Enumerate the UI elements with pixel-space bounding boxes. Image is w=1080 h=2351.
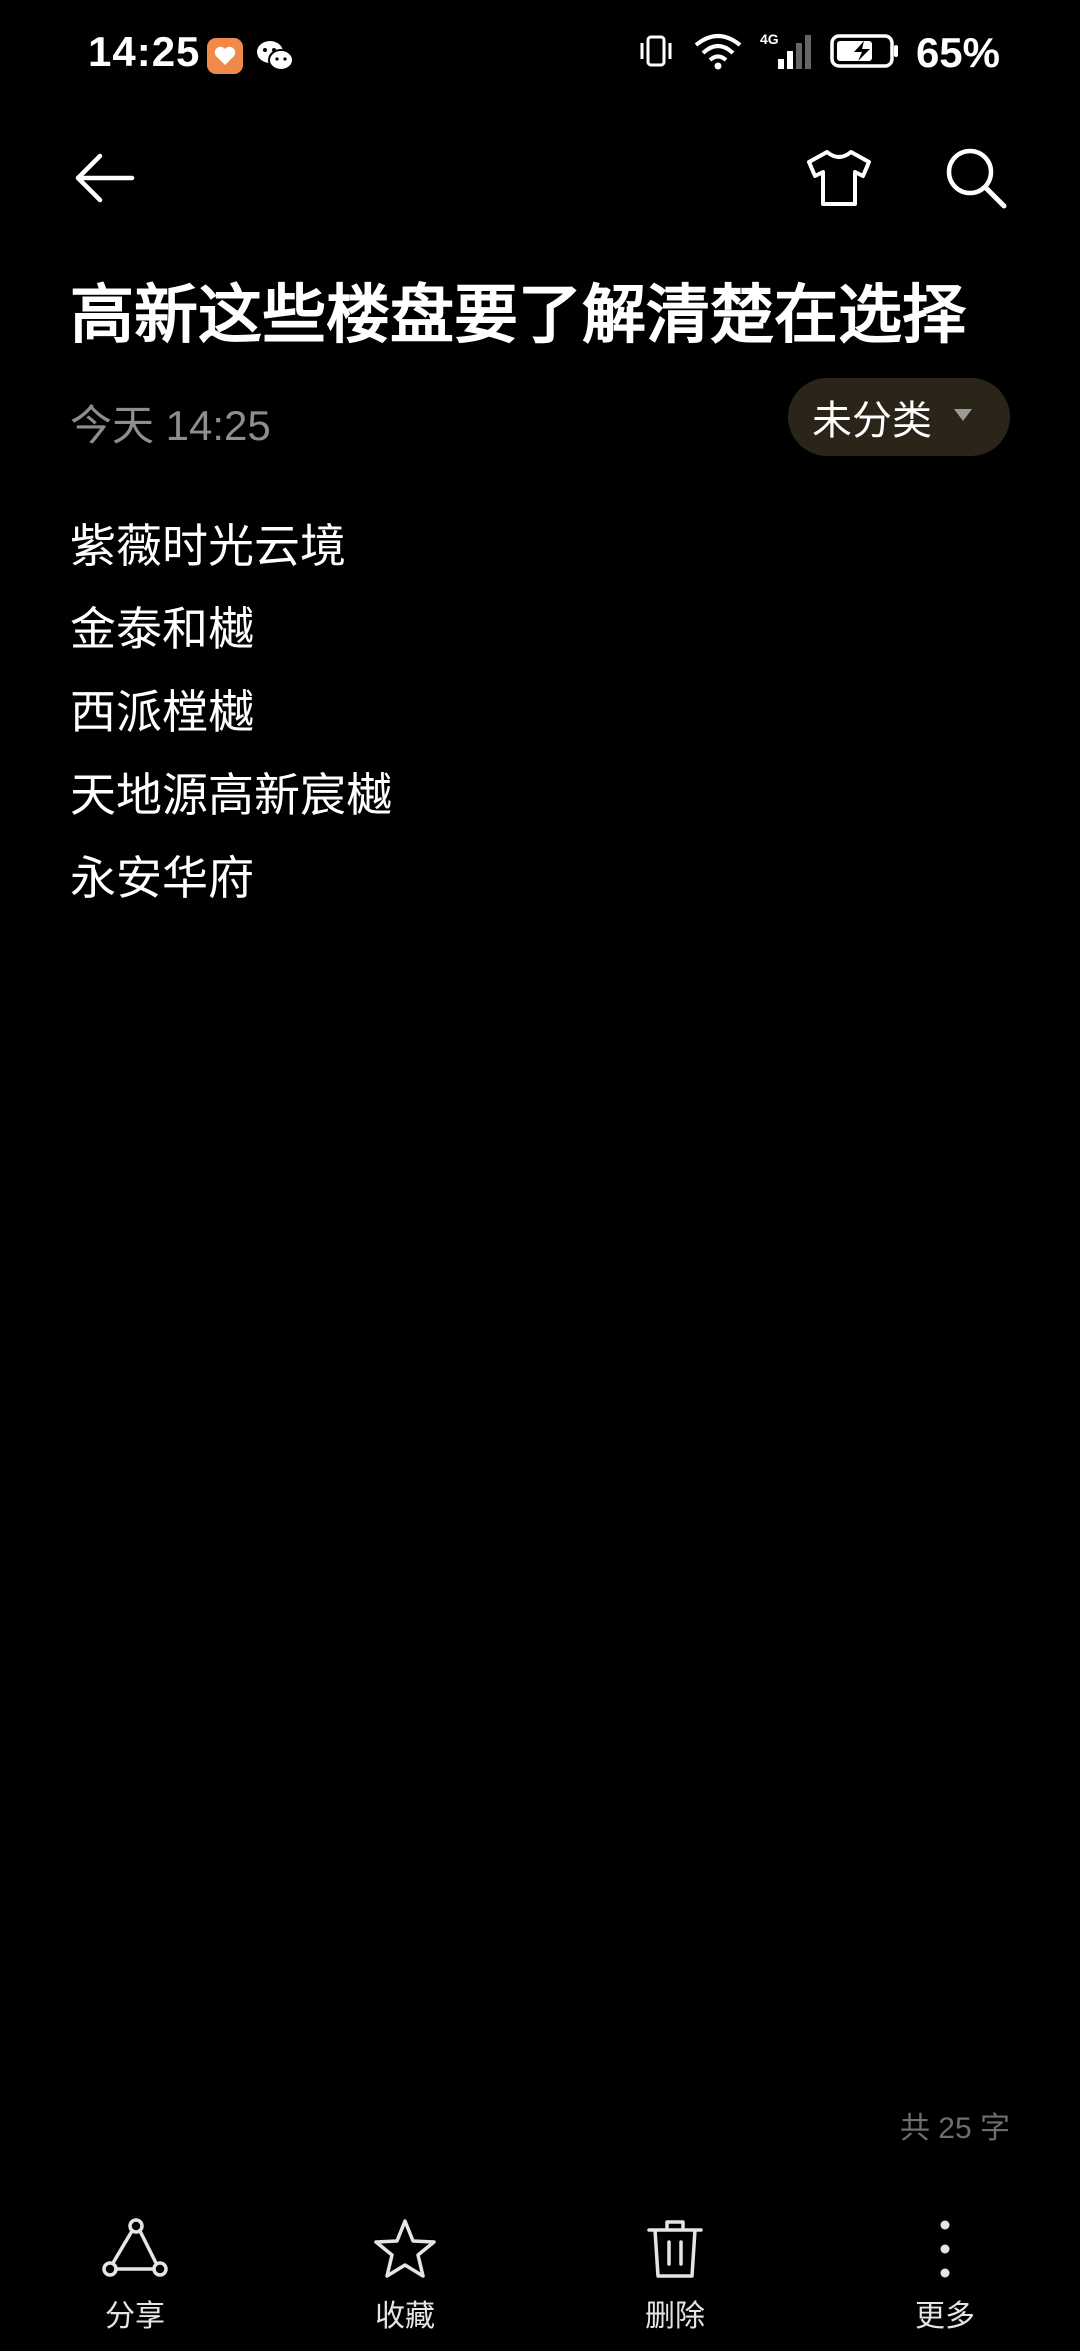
delete-label: 删除: [645, 2300, 705, 2333]
note-meta-row: 今天 14:25 未分类: [70, 378, 1010, 458]
more-button[interactable]: 更多: [875, 2215, 1015, 2335]
dropdown-triangle-icon: [952, 407, 974, 428]
note-line: 金泰和樾: [70, 603, 254, 655]
status-bar: 14:25 4G 65%: [0, 0, 1080, 110]
star-icon: [370, 2215, 440, 2283]
note-line: 天地源高新宸樾: [70, 769, 392, 821]
theme-button[interactable]: [799, 140, 879, 220]
tshirt-icon: [805, 146, 873, 215]
note-line: 永安华府: [70, 852, 254, 904]
category-label: 未分类: [812, 399, 932, 443]
delete-button[interactable]: 删除: [605, 2215, 745, 2335]
share-button[interactable]: 分享: [65, 2215, 205, 2335]
favorite-button[interactable]: 收藏: [335, 2215, 475, 2335]
toolbar: [0, 130, 1080, 230]
note-body[interactable]: 紫薇时光云境 金泰和樾 西派樘樾 天地源高新宸樾 永安华府: [70, 505, 1010, 920]
back-button[interactable]: [64, 140, 144, 220]
more-label: 更多: [915, 2300, 975, 2333]
wifi-icon: [692, 31, 744, 76]
network-type: 4G: [760, 31, 779, 47]
status-time: 14:25: [88, 28, 201, 75]
vibrate-icon: [636, 31, 676, 76]
trash-icon: [640, 2215, 710, 2283]
bottom-action-bar: 分享 收藏 删除 更多: [0, 2200, 1080, 2351]
favorite-label: 收藏: [375, 2300, 435, 2333]
share-icon: [100, 2215, 170, 2283]
share-label: 分享: [105, 2300, 165, 2333]
search-button[interactable]: [936, 140, 1016, 220]
search-icon: [942, 144, 1010, 217]
cellular-signal-icon: 4G: [760, 31, 814, 76]
back-arrow-icon: [72, 146, 136, 215]
note-title[interactable]: 高新这些楼盘要了解清楚在选择: [70, 270, 1030, 360]
note-date: 今天 14:25: [70, 402, 271, 449]
health-app-icon: [207, 38, 243, 74]
note-line: 西派樘樾: [70, 686, 254, 738]
more-vertical-icon: [910, 2215, 980, 2283]
battery-icon: [830, 31, 900, 76]
word-count: 共 25 字: [899, 2112, 1010, 2145]
wechat-icon: [255, 38, 295, 74]
category-selector[interactable]: 未分类: [788, 378, 1010, 456]
note-line: 紫薇时光云境: [70, 520, 346, 572]
status-indicators: 4G 65%: [636, 28, 1000, 78]
battery-percentage: 65%: [915, 29, 1000, 76]
